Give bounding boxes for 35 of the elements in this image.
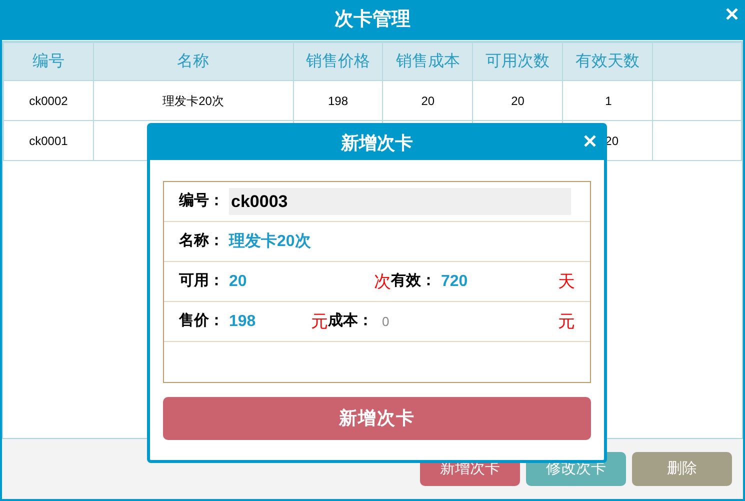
column-header[interactable]: 销售成本 (382, 42, 473, 80)
table-cell: ck0001 (29, 134, 68, 148)
close-icon[interactable] (726, 8, 738, 20)
field-value: 720 (441, 272, 469, 292)
submit-button[interactable]: 新增次卡 (163, 397, 591, 440)
field-label: 编号： (179, 191, 225, 212)
table-cell: 20 (421, 94, 435, 108)
column-header[interactable]: 编号 (4, 42, 94, 80)
field-label: 可用： (179, 271, 225, 292)
unit-label: 元 (558, 310, 575, 333)
table-cell: ck0002 (29, 94, 68, 108)
column-header[interactable]: 有效天数 (562, 42, 653, 80)
unit-label: 次 (374, 270, 391, 293)
input-field[interactable]: ck0003 (229, 188, 571, 215)
input-field[interactable]: 0 (378, 312, 558, 332)
table-cell: 1 (605, 94, 612, 108)
field-value: 20 (229, 272, 248, 292)
column-header[interactable]: 可用次数 (472, 42, 563, 80)
unit-label: 元 (311, 310, 328, 333)
table-cell: 20 (511, 94, 524, 108)
action-button[interactable]: 删除 (632, 452, 732, 486)
table-cell: 理发卡20次 (162, 94, 224, 108)
column-header[interactable]: 销售价格 (293, 42, 383, 80)
field-label: 名称： (179, 231, 225, 252)
table-cell: 198 (328, 94, 348, 108)
unit-label: 天 (558, 270, 575, 293)
close-icon[interactable] (584, 135, 596, 147)
field-label: 有效： (391, 271, 437, 292)
dialog-title: 新增次卡 (341, 132, 413, 154)
field-label: 成本： (328, 311, 374, 332)
field-label: 售价： (179, 311, 225, 332)
window-title: 次卡管理 (334, 8, 410, 32)
field-value: 理发卡20次 (229, 232, 311, 252)
field-value: 198 (229, 312, 257, 332)
column-header[interactable]: 名称 (93, 42, 294, 80)
